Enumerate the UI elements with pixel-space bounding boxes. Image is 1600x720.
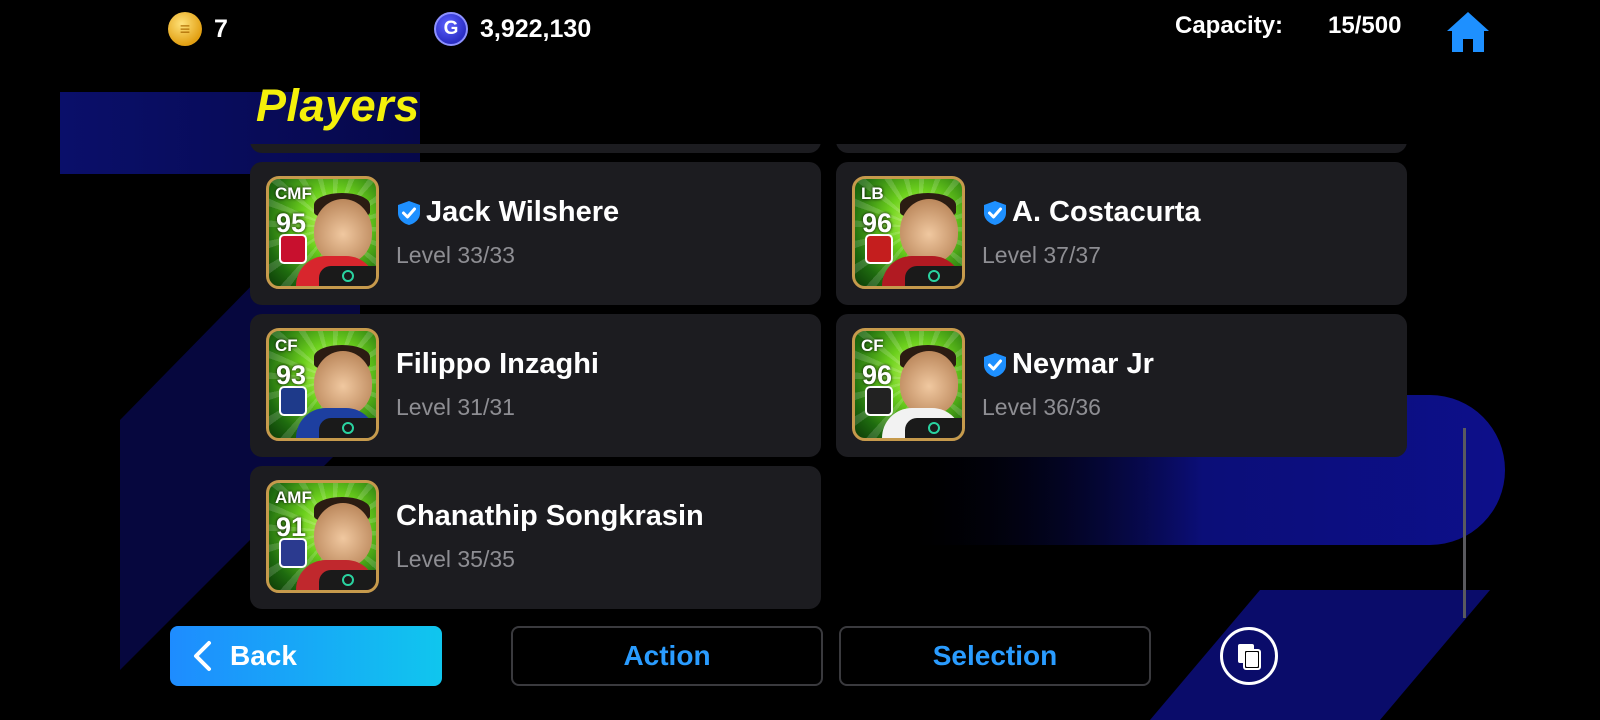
action-button[interactable]: Action (511, 626, 823, 686)
player-card-image: LB 96 (852, 176, 965, 289)
player-card-image: AMF 91 (266, 480, 379, 593)
player-position: AMF (275, 488, 312, 507)
verified-shield-icon (984, 200, 1006, 225)
back-button[interactable]: Back (170, 626, 442, 686)
player-name-row: Jack Wilshere (396, 196, 619, 229)
coin-value: 7 (214, 14, 228, 43)
copy-icon (1238, 644, 1261, 670)
player-name: A. Costacurta (1012, 196, 1201, 228)
copy-button[interactable] (1220, 627, 1278, 685)
player-card-image: CF 93 (266, 328, 379, 441)
player-name-row: Chanathip Songkrasin (396, 500, 704, 533)
player-card-image: CF 96 (852, 328, 965, 441)
player-level: Level 36/36 (982, 394, 1101, 420)
player-name-row: A. Costacurta (982, 196, 1201, 229)
gp-coin-icon: G (434, 12, 468, 46)
player-list[interactable]: CMF 95 Jack Wilshere Level 33/33 LB 96 A. Cost… (250, 144, 1410, 622)
player-level: Level 35/35 (396, 546, 515, 572)
home-icon (1447, 12, 1489, 52)
verified-shield-icon (984, 352, 1006, 377)
player-card[interactable]: LB 96 A. Costacurta Level 37/37 (836, 162, 1407, 305)
skill-dot-icon (341, 422, 354, 434)
player-card[interactable]: CMF 95 Jack Wilshere Level 33/33 (250, 162, 821, 305)
coin-balance: ≡ 7 (168, 12, 228, 46)
player-rating: 95 (276, 208, 307, 238)
action-label: Action (623, 640, 711, 671)
back-label: Back (230, 640, 297, 671)
player-name: Chanathip Songkrasin (396, 500, 704, 532)
skill-dot-icon (927, 270, 940, 282)
skill-dot-icon (927, 422, 940, 434)
player-card[interactable]: AMF 91 Chanathip Songkrasin Level 35/35 (250, 466, 821, 609)
player-level: Level 33/33 (396, 242, 515, 268)
skill-dot-icon (341, 574, 354, 586)
capacity-value: 15/500 (1328, 12, 1402, 39)
selection-button[interactable]: Selection (839, 626, 1151, 686)
player-position: LB (861, 184, 884, 203)
chevron-left-icon (194, 641, 211, 671)
scrollbar[interactable] (1463, 428, 1466, 618)
player-card[interactable] (250, 144, 821, 153)
player-rating: 96 (862, 360, 893, 390)
player-card[interactable]: CF 96 Neymar Jr Level 36/36 (836, 314, 1407, 457)
skill-dot-icon (341, 270, 354, 282)
gp-balance: G 3,922,130 (434, 12, 591, 46)
efootball-coin-icon: ≡ (168, 12, 202, 46)
player-name: Jack Wilshere (426, 196, 620, 228)
selection-label: Selection (932, 640, 1058, 671)
player-level: Level 31/31 (396, 394, 515, 420)
player-rating: 96 (862, 208, 893, 238)
player-name: Filippo Inzaghi (396, 348, 599, 380)
player-card[interactable]: CF 93 Filippo Inzaghi Level 31/31 (250, 314, 821, 457)
player-name-row: Neymar Jr (982, 348, 1154, 381)
player-rating: 93 (276, 360, 307, 390)
player-card-image: CMF 95 (266, 176, 379, 289)
page-title: Players (256, 80, 420, 131)
player-position: CMF (275, 184, 312, 203)
player-rating: 91 (276, 512, 307, 542)
player-name-row: Filippo Inzaghi (396, 348, 599, 381)
player-name: Neymar Jr (1012, 348, 1154, 380)
capacity-label: Capacity: (1175, 12, 1284, 39)
verified-shield-icon (398, 200, 420, 225)
gp-value: 3,922,130 (480, 14, 592, 43)
capacity: Capacity: 15/500 (1175, 12, 1401, 40)
player-card[interactable] (836, 144, 1407, 153)
player-position: CF (275, 336, 298, 355)
home-button[interactable] (1445, 10, 1491, 54)
player-position: CF (861, 336, 884, 355)
player-level: Level 37/37 (982, 242, 1101, 268)
top-bar: ≡ 7 G 3,922,130 Capacity: 15/500 (0, 0, 1600, 60)
